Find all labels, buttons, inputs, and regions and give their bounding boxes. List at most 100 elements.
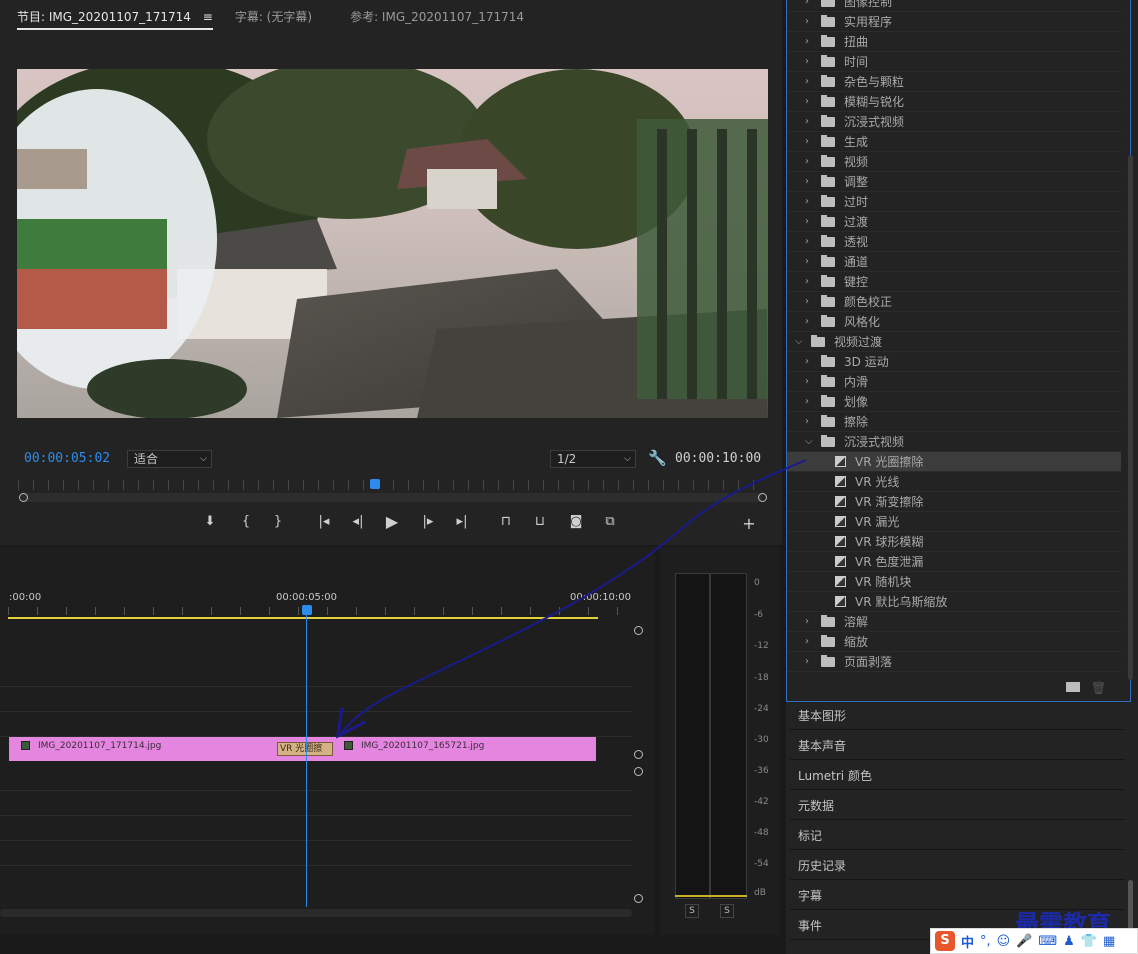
ime-toolbar[interactable]: S 中 °, ☺ 🎤 ⌨ ♟ 👕 ▦ — [930, 928, 1138, 954]
shirt-icon[interactable]: 👕 — [1081, 934, 1097, 949]
timeline-ruler-ticks[interactable] — [8, 607, 633, 615]
compare-view-button[interactable]: ⧉ — [599, 512, 621, 532]
solo-button-right[interactable]: S — [720, 904, 734, 918]
effects-folder[interactable]: › 调整 — [787, 172, 1121, 192]
monitor-playhead[interactable] — [370, 479, 380, 489]
chevron-right-icon[interactable]: › — [805, 372, 809, 392]
work-area-bar[interactable] — [8, 617, 598, 619]
effects-folder[interactable]: › 生成 — [787, 132, 1121, 152]
panel-history[interactable]: 历史记录 — [790, 852, 1125, 880]
chevron-right-icon[interactable]: › — [805, 112, 809, 132]
effect-item[interactable]: VR 球形模糊 — [787, 532, 1121, 552]
tab-reference[interactable]: 参考: IMG_20201107_171714 — [350, 8, 524, 25]
camera-icon[interactable]: ◙ — [565, 512, 587, 532]
effects-folder[interactable]: › 杂色与颗粒 — [787, 72, 1121, 92]
effect-item[interactable]: VR 光线 — [787, 472, 1121, 492]
effect-item[interactable]: VR 光圈擦除 — [787, 452, 1121, 472]
effects-folder[interactable]: › 颜色校正 — [787, 292, 1121, 312]
effects-folder[interactable]: › 页面剥落 — [787, 652, 1121, 672]
effects-folder[interactable]: › 透视 — [787, 232, 1121, 252]
chevron-right-icon[interactable]: › — [805, 12, 809, 32]
chevron-down-icon[interactable]: ⌵ — [805, 432, 813, 452]
chevron-right-icon[interactable]: › — [805, 272, 809, 292]
clip-2[interactable]: IMG_20201107_165721.jpg — [307, 737, 596, 761]
solo-button-left[interactable]: S — [685, 904, 699, 918]
ime-punct[interactable]: °, — [980, 934, 991, 949]
mark-in-button[interactable]: { — [235, 512, 257, 532]
new-bin-icon[interactable] — [1066, 682, 1080, 692]
monitor-scrub-bar[interactable] — [22, 493, 762, 502]
skin-icon[interactable]: ♟ — [1063, 934, 1075, 949]
step-forward-button[interactable]: |▸ — [417, 512, 439, 532]
scrub-end-handle[interactable] — [758, 493, 767, 502]
effects-folder[interactable]: › 缩放 — [787, 632, 1121, 652]
chevron-right-icon[interactable]: › — [805, 252, 809, 272]
clip-1[interactable]: IMG_20201107_171714.jpg — [9, 737, 307, 761]
emoji-icon[interactable]: ☺ — [997, 934, 1011, 949]
trash-icon[interactable]: 🗑 — [1091, 681, 1106, 695]
timeline-playhead[interactable] — [302, 605, 312, 615]
ime-lang[interactable]: 中 — [961, 932, 974, 951]
panel-lumetri-color[interactable]: Lumetri 颜色 — [790, 762, 1125, 790]
chevron-right-icon[interactable]: › — [805, 212, 809, 232]
panel-metadata[interactable]: 元数据 — [790, 792, 1125, 820]
scroll-handle-audio-top[interactable] — [634, 767, 643, 776]
effects-folder[interactable]: › 沉浸式视频 — [787, 112, 1121, 132]
effects-folder[interactable]: › 键控 — [787, 272, 1121, 292]
tree-scrollbar[interactable] — [1128, 155, 1133, 680]
chevron-right-icon[interactable]: › — [805, 412, 809, 432]
extract-button[interactable]: ⊔ — [529, 512, 551, 532]
effects-folder[interactable]: › 时间 — [787, 52, 1121, 72]
effect-item[interactable]: VR 漏光 — [787, 512, 1121, 532]
tab-program[interactable]: 节目: IMG_20201107_171714 ≡ — [17, 8, 213, 30]
keyboard-icon[interactable]: ⌨ — [1038, 934, 1057, 949]
panels-scrollbar[interactable] — [1128, 880, 1133, 930]
effects-folder[interactable]: › 图像控制 — [787, 0, 1121, 12]
chevron-right-icon[interactable]: › — [805, 192, 809, 212]
effects-folder[interactable]: › 擦除 — [787, 412, 1121, 432]
transition-block[interactable]: VR 光圈擦 — [277, 742, 333, 756]
chevron-right-icon[interactable]: › — [805, 172, 809, 192]
effects-folder[interactable]: › 视频 — [787, 152, 1121, 172]
effects-folder[interactable]: › 风格化 — [787, 312, 1121, 332]
lift-button[interactable]: ⊓ — [495, 512, 517, 532]
panel-essential-graphics[interactable]: 基本图形 — [790, 702, 1125, 730]
effects-folder[interactable]: › 划像 — [787, 392, 1121, 412]
chevron-right-icon[interactable]: › — [805, 612, 809, 632]
effects-folder[interactable]: ⌵ 视频过渡 — [787, 332, 1121, 352]
current-timecode[interactable]: 00:00:05:02 — [24, 451, 110, 466]
chevron-down-icon[interactable]: ⌵ — [795, 332, 803, 352]
play-button[interactable]: ▶ — [381, 512, 403, 532]
effect-item[interactable]: VR 色度泄漏 — [787, 552, 1121, 572]
panel-essential-sound[interactable]: 基本声音 — [790, 732, 1125, 760]
effect-item[interactable]: VR 渐变擦除 — [787, 492, 1121, 512]
chevron-right-icon[interactable]: › — [805, 652, 809, 672]
effects-folder[interactable]: › 扭曲 — [787, 32, 1121, 52]
settings-wrench-icon[interactable]: 🔧 — [648, 449, 667, 467]
panel-menu-icon[interactable]: ≡ — [203, 10, 213, 24]
effects-folder[interactable]: › 过时 — [787, 192, 1121, 212]
chevron-right-icon[interactable]: › — [805, 232, 809, 252]
scroll-handle-top[interactable] — [634, 626, 643, 635]
effects-folder[interactable]: › 溶解 — [787, 612, 1121, 632]
tab-captions[interactable]: 字幕: (无字幕) — [235, 8, 312, 25]
chevron-right-icon[interactable]: › — [805, 312, 809, 332]
go-to-out-button[interactable]: ▸| — [451, 512, 473, 532]
effects-folder[interactable]: › 内滑 — [787, 372, 1121, 392]
mic-icon[interactable]: 🎤 — [1016, 934, 1032, 949]
effects-folder[interactable]: › 实用程序 — [787, 12, 1121, 32]
horizontal-scrollbar[interactable] — [0, 909, 632, 917]
effects-folder[interactable]: ⌵ 沉浸式视频 — [787, 432, 1121, 452]
chevron-right-icon[interactable]: › — [805, 352, 809, 372]
panel-markers[interactable]: 标记 — [790, 822, 1125, 850]
chevron-right-icon[interactable]: › — [805, 632, 809, 652]
effect-item[interactable]: VR 默比乌斯缩放 — [787, 592, 1121, 612]
scroll-handle-audio-bottom[interactable] — [634, 894, 643, 903]
add-button-icon[interactable]: + — [738, 514, 760, 534]
add-marker-button[interactable]: ⬇ — [199, 512, 221, 532]
effects-folder[interactable]: › 模糊与锐化 — [787, 92, 1121, 112]
scrub-start-handle[interactable] — [19, 493, 28, 502]
chevron-right-icon[interactable]: › — [805, 152, 809, 172]
chevron-right-icon[interactable]: › — [805, 72, 809, 92]
resolution-select[interactable]: 1/2 ⌵ — [550, 450, 636, 468]
